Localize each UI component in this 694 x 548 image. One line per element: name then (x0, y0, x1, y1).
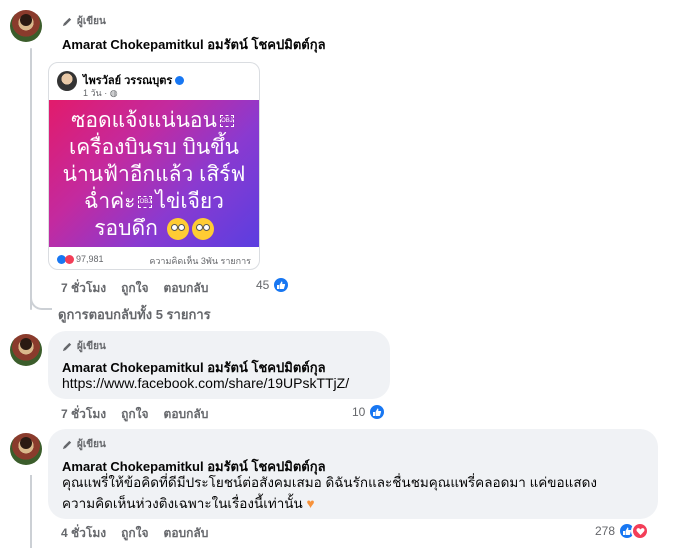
author-badge: ผู้เขียน (62, 14, 106, 29)
obj-placeholder-icon: OBJ (138, 196, 153, 209)
post-comments-count[interactable]: ความคิดเห็น 3พัน รายการ (149, 254, 251, 268)
reply-button[interactable]: ตอบกลับ (164, 524, 209, 543)
comment-link[interactable]: https://www.facebook.com/share/19UPskTTj… (62, 373, 349, 394)
comment-author-name[interactable]: Amarat Chokepamitkul อมรัตน์ โชคปมิตต์กุ… (62, 34, 326, 55)
shared-post-card[interactable]: ไพรวัลย์ วรรณบุตร 1 วัน · ◍ ซอดแจ้งแน่นอ… (48, 62, 260, 270)
like-button[interactable]: ถูกใจ (121, 405, 148, 424)
post-text-line: รอบดึก (49, 216, 259, 242)
post-time-label: 1 วัน · (83, 88, 108, 98)
post-text-line: ฉ่ำค่ะ OBJ ไข่เจียว (84, 190, 224, 213)
post-text-line: ซอดแจ้งแน่นอน OBJ (71, 109, 234, 132)
globe-icon: ◍ (109, 88, 118, 98)
comment-reactions[interactable]: 10 (352, 403, 387, 421)
shared-post-header: ไพรวัลย์ วรรณบุตร 1 วัน · ◍ (49, 63, 259, 99)
author-tag-label: ผู้เขียน (77, 16, 106, 27)
comment-text-line: คุณแพรี่ให้ข้อคิดที่ดีมีประโยชน์ต่อสังคม… (62, 475, 597, 490)
post-image[interactable]: ซอดแจ้งแน่นอน OBJ เครื่องบินรบ บินขึ้น น่… (49, 100, 259, 247)
thread-line (30, 48, 32, 310)
verified-badge-icon (175, 75, 185, 85)
pen-icon (62, 342, 72, 352)
love-reaction-icon (65, 254, 74, 264)
comment-text-line: ความคิดเห็นห่วงติงเฉพาะในเรื่องนี้เท่านั… (62, 493, 315, 514)
comment-actions: 7 ชั่วโมง ถูกใจ ตอบกลับ (61, 279, 223, 298)
comment-reactions[interactable]: 278 (595, 522, 650, 540)
view-replies-link[interactable]: ดูการตอบกลับทั้ง 5 รายการ (58, 304, 211, 325)
reaction-count: 278 (595, 524, 616, 538)
reply-button[interactable]: ตอบกลับ (164, 405, 209, 424)
thread-line (30, 475, 32, 548)
comment-actions: 7 ชั่วโมง ถูกใจ ตอบกลับ (61, 405, 223, 424)
author-tag-label: ผู้เขียน (77, 439, 106, 450)
like-button[interactable]: ถูกใจ (121, 524, 148, 543)
post-reactions[interactable]: 97,981 (57, 254, 104, 264)
like-button[interactable]: ถูกใจ (121, 279, 148, 298)
post-reaction-count: 97,981 (76, 254, 104, 264)
comment-actions: 4 ชั่วโมง ถูกใจ ตอบกลับ (61, 524, 223, 543)
thread-elbow (30, 292, 52, 310)
avatar[interactable] (10, 10, 42, 42)
author-badge: ผู้เขียน (62, 437, 106, 452)
post-time[interactable]: 1 วัน · ◍ (83, 86, 118, 100)
eye-roll-emoji-icon (191, 218, 214, 241)
shared-post-footer: 97,981 ความคิดเห็น 3พัน รายการ (49, 247, 259, 269)
like-reaction-icon (272, 276, 291, 294)
orange-heart-emoji-icon: ♥ (306, 496, 315, 511)
reply-button[interactable]: ตอบกลับ (164, 279, 209, 298)
comment-time[interactable]: 7 ชั่วโมง (61, 279, 106, 298)
like-reaction-icon (368, 403, 387, 421)
comment-time[interactable]: 4 ชั่วโมง (61, 524, 106, 543)
pen-icon (62, 17, 72, 27)
reaction-count: 45 (256, 278, 270, 292)
comment-reactions[interactable]: 45 (256, 276, 291, 294)
page-avatar[interactable] (57, 71, 77, 91)
comment-time[interactable]: 7 ชั่วโมง (61, 405, 106, 424)
pen-icon (62, 440, 72, 450)
obj-placeholder-icon: OBJ (219, 115, 234, 128)
avatar[interactable] (10, 334, 42, 366)
reaction-count: 10 (352, 405, 366, 419)
post-text-line: น่านฟ้าอีกแล้ว เสิร์ฟ (62, 163, 246, 186)
post-text-line: เครื่องบินรบ บินขึ้น (69, 136, 239, 159)
comment-text-segment: ความคิดเห็นห่วงติงเฉพาะในเรื่องนี้เท่านั… (62, 496, 303, 511)
author-badge: ผู้เขียน (62, 339, 106, 354)
eye-roll-emoji-icon (166, 218, 189, 241)
author-tag-label: ผู้เขียน (77, 341, 106, 352)
avatar[interactable] (10, 433, 42, 465)
love-reaction-icon (631, 522, 650, 540)
